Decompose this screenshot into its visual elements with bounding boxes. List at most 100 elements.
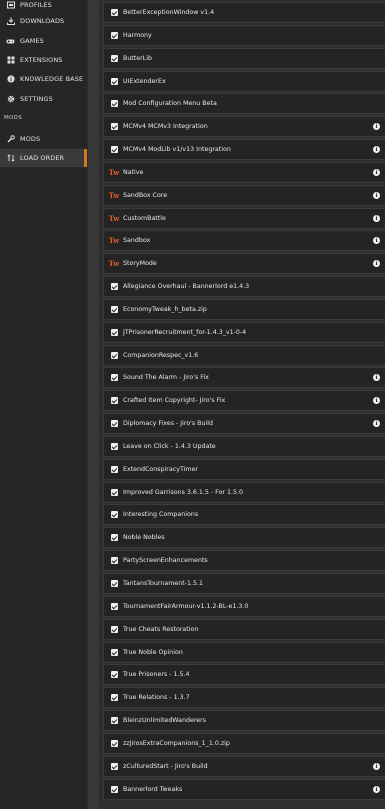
load-order-row[interactable]: Tw CustomBattle i — [103, 208, 385, 229]
load-order-row[interactable]: CompanionRespec_v1.6 — [103, 345, 385, 366]
enabled-checkbox[interactable] — [109, 762, 119, 772]
enabled-checkbox[interactable] — [109, 465, 119, 475]
load-order-row[interactable]: zCulturedStart - Jiro's Build i — [103, 756, 385, 777]
load-order-row[interactable]: Interesting Companions — [103, 504, 385, 525]
load-order-row[interactable]: MCMv4 MCMv3 Integration i — [103, 116, 385, 137]
nav-item-downloads[interactable]: DOWNLOADS — [0, 13, 87, 29]
enabled-checkbox[interactable] — [109, 31, 119, 41]
checkmark-icon — [110, 329, 118, 336]
enabled-checkbox[interactable] — [109, 510, 119, 520]
load-order-row[interactable]: Tw Sandbox i — [103, 230, 385, 251]
mod-name: UIExtenderEx — [123, 78, 166, 85]
load-order-row[interactable]: BetterExceptionWindow v1.4 — [103, 2, 385, 23]
enabled-checkbox[interactable] — [109, 396, 119, 406]
load-order-row[interactable]: Leave on Click - 1.4.3 Update — [103, 436, 385, 457]
info-icon[interactable]: i — [373, 192, 380, 199]
load-order-row[interactable]: TantansTournament-1.5.1 — [103, 573, 385, 594]
info-icon[interactable]: i — [373, 374, 380, 381]
checkmark-icon — [110, 511, 118, 518]
enabled-checkbox[interactable] — [109, 77, 119, 87]
enabled-checkbox[interactable] — [109, 419, 119, 429]
mod-name: SandBox Core — [123, 192, 168, 199]
nav-item-games[interactable]: GAMES — [0, 33, 87, 49]
load-order-row[interactable]: Tw Native i — [103, 162, 385, 183]
enabled-checkbox[interactable] — [109, 785, 119, 795]
load-order-row[interactable]: Tw SandBox Core i — [103, 185, 385, 206]
load-order-row[interactable]: JTPrisonerRecruitment_for-1.4.3_v1-0-4 — [103, 322, 385, 343]
nav-item-knowledge-base[interactable]: KNOWLEDGE BASE — [0, 71, 87, 87]
info-icon[interactable]: i — [373, 237, 380, 244]
info-icon[interactable]: i — [373, 123, 380, 130]
sidebar-scrollbar[interactable] — [88, 0, 99, 809]
enabled-checkbox[interactable] — [109, 145, 119, 155]
info-icon[interactable]: i — [373, 763, 380, 770]
enabled-checkbox[interactable] — [109, 602, 119, 612]
nav-item-load-order[interactable]: LOAD ORDER — [0, 149, 87, 167]
info-icon[interactable]: i — [373, 146, 380, 153]
load-order-row[interactable]: True Relations - 1.3.7 — [103, 687, 385, 708]
load-order-row[interactable]: UIExtenderEx — [103, 71, 385, 92]
enabled-checkbox[interactable] — [109, 693, 119, 703]
load-order-row[interactable]: Mod Configuration Menu Beta — [103, 93, 385, 114]
enabled-checkbox[interactable] — [109, 579, 119, 589]
enabled-checkbox[interactable] — [109, 533, 119, 543]
info-icon[interactable]: i — [373, 420, 380, 427]
load-order-row[interactable]: Crafted Item Copyright- Jiro's Fix i — [103, 390, 385, 411]
enabled-checkbox[interactable] — [109, 716, 119, 726]
nav-item-profiles[interactable]: PROFILES — [0, 0, 87, 13]
load-order-row[interactable]: TournamentFairArmour-v1.1.2-BL-e1.3.0 — [103, 596, 385, 617]
load-order-row[interactable]: True Noble Opinion — [103, 642, 385, 663]
enabled-checkbox[interactable] — [109, 625, 119, 635]
load-order-row[interactable]: Allegiance Overhaul - Bannerlord e1.4.3 — [103, 276, 385, 297]
enabled-checkbox[interactable] — [109, 8, 119, 18]
enabled-checkbox[interactable] — [109, 488, 119, 498]
load-order-row[interactable]: Noble Nobles — [103, 527, 385, 548]
checkmark-icon — [110, 146, 118, 153]
load-order-row[interactable]: Sound The Alarm - Jiro's Fix i — [103, 367, 385, 388]
enabled-checkbox[interactable] — [109, 282, 119, 292]
load-order-row[interactable]: MCMv4 ModLib v1/v13 Integration i — [103, 139, 385, 160]
enabled-checkbox[interactable] — [109, 54, 119, 64]
load-order-row[interactable]: Bannerlord Tweaks i — [103, 779, 385, 800]
info-icon[interactable]: i — [373, 169, 380, 176]
nav-item-extensions[interactable]: EXTENSIONS — [0, 52, 87, 68]
nav-item-label: EXTENSIONS — [20, 56, 63, 64]
load-order-row[interactable]: True Cheats Restoration — [103, 619, 385, 640]
enabled-checkbox[interactable] — [109, 99, 119, 109]
enabled-checkbox[interactable] — [109, 305, 119, 315]
enabled-checkbox[interactable] — [109, 351, 119, 361]
nav-item-label: GAMES — [20, 37, 44, 45]
mod-name: zCulturedStart - Jiro's Build — [123, 763, 208, 770]
enabled-checkbox[interactable] — [109, 122, 119, 132]
info-icon[interactable]: i — [373, 397, 380, 404]
enabled-checkbox[interactable] — [109, 328, 119, 338]
enabled-checkbox[interactable] — [109, 648, 119, 658]
enabled-checkbox[interactable] — [109, 442, 119, 452]
enabled-checkbox[interactable] — [109, 556, 119, 566]
nav-item-settings[interactable]: SETTINGS — [0, 91, 87, 107]
checkmark-icon — [110, 100, 118, 107]
load-order-row[interactable]: True Prisoners - 1.5.4 — [103, 664, 385, 685]
load-order-row[interactable]: Improved Garrisons 3.6.1.5 - For 1.5.0 — [103, 482, 385, 503]
info-icon[interactable]: i — [373, 786, 380, 793]
nav-item-label: KNOWLEDGE BASE — [20, 75, 84, 83]
mod-name: Harmony — [123, 32, 152, 39]
load-order-row[interactable]: zzJirosExtraCompanions_1_1.0.zip — [103, 733, 385, 754]
nav-item-mods[interactable]: MODS — [0, 130, 87, 148]
info-icon[interactable]: i — [373, 215, 380, 222]
load-order-row[interactable]: ExtendConspiracyTimer — [103, 459, 385, 480]
load-order-row[interactable]: Diplomacy Fixes - Jiro's Build i — [103, 413, 385, 434]
mod-name: TantansTournament-1.5.1 — [123, 580, 203, 587]
load-order-row[interactable]: EconomyTweak_h_beta.zip — [103, 299, 385, 320]
mod-name: Leave on Click - 1.4.3 Update — [123, 443, 216, 450]
enabled-checkbox[interactable] — [109, 739, 119, 749]
enabled-checkbox[interactable] — [109, 373, 119, 383]
load-order-row[interactable]: Tw StoryMode i — [103, 253, 385, 274]
load-order-row[interactable]: ButterLib — [103, 48, 385, 69]
load-order-row[interactable]: BleinzUnlimitedWanderers — [103, 710, 385, 731]
info-icon[interactable]: i — [373, 260, 380, 267]
load-order-row[interactable]: PartyScreenEnhancements — [103, 550, 385, 571]
mod-name: Interesting Companions — [123, 511, 199, 518]
enabled-checkbox[interactable] — [109, 670, 119, 680]
load-order-row[interactable]: Harmony — [103, 25, 385, 46]
